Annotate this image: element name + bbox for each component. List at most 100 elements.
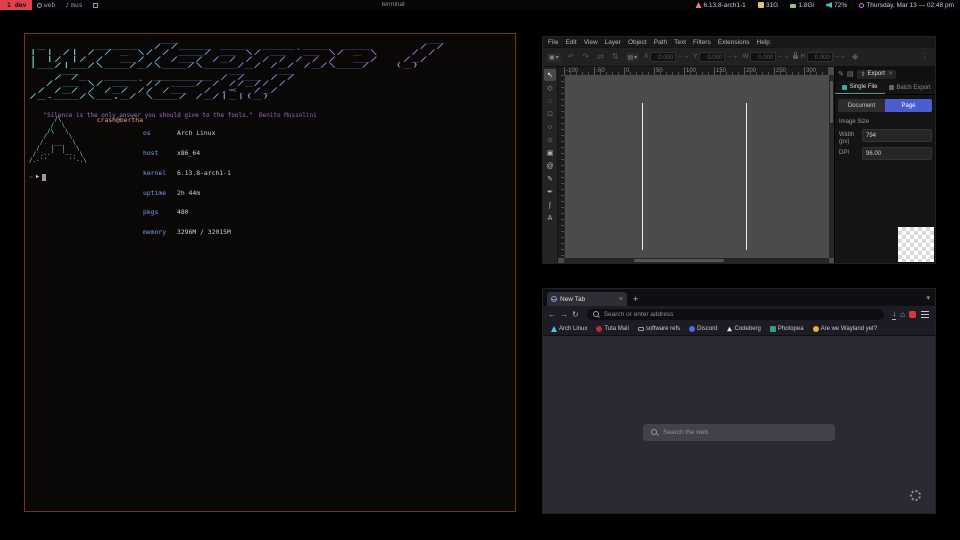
new-tab-button[interactable]: +	[633, 292, 638, 306]
status-text: Thursday, Mar 13 — 02:48 pm	[866, 2, 954, 9]
vertical-ruler[interactable]	[558, 75, 565, 258]
bookmark-favicon	[596, 326, 602, 332]
coord-field: X 0.000 − +	[644, 52, 688, 62]
status-text: 1.8Gi	[798, 2, 814, 9]
ellipse-tool-icon[interactable]: ○	[544, 121, 556, 133]
horizontal-ruler[interactable]: -100-50050100150200250300	[564, 67, 828, 75]
menu-hamburger-icon[interactable]	[921, 314, 929, 315]
coord-field: W 0.000 − +	[743, 52, 789, 62]
increment-button[interactable]: +	[784, 54, 788, 61]
horizontal-scrollbar[interactable]	[564, 258, 829, 263]
forward-button[interactable]: →	[560, 310, 568, 320]
flip-horizontal-icon[interactable]: ⇄	[595, 53, 606, 61]
rotate-ccw-icon[interactable]: ↶	[566, 53, 577, 61]
decrement-button[interactable]: −	[678, 54, 682, 61]
export-mode-tab[interactable]: Single File	[835, 81, 885, 94]
flip-vertical-icon[interactable]: ⇅	[610, 53, 621, 61]
align-dropdown[interactable]: ▤▾	[626, 53, 640, 62]
export-scope-button[interactable]: Document	[838, 99, 885, 112]
extension-icon[interactable]	[909, 311, 916, 318]
export-scope-button[interactable]: Page	[885, 99, 932, 112]
toolbar-options-icon[interactable]: ⋮	[919, 53, 931, 61]
export-field-row: Width (px) 794	[839, 129, 932, 145]
status-icon	[826, 2, 832, 8]
canvas[interactable]: -100-50050100150200250300	[558, 67, 834, 263]
downloads-button[interactable]: ↓	[892, 309, 896, 320]
coord-input[interactable]: 0.000	[807, 52, 833, 62]
selection-mode-dropdown[interactable]: ▣▾	[547, 53, 561, 62]
export-field-input[interactable]: 794	[862, 129, 932, 142]
paint-order-icon[interactable]: ◆	[850, 53, 860, 61]
bookmark-item[interactable]: Codeberg	[727, 326, 761, 332]
close-icon[interactable]: ×	[889, 71, 893, 77]
url-bar[interactable]: Search or enter address	[587, 309, 884, 320]
rotate-cw-icon[interactable]: ↷	[580, 53, 591, 61]
node-tool-icon[interactable]: ◇	[544, 82, 556, 94]
box3d-tool-icon[interactable]: ▣	[544, 147, 556, 159]
rectangle-tool-icon[interactable]: □	[544, 108, 556, 120]
selector-tool-icon[interactable]: ↖	[544, 69, 556, 81]
pencil-tool-icon[interactable]: ✎	[544, 173, 556, 185]
coord-input[interactable]: 0.000	[699, 52, 725, 62]
coord-input[interactable]: 0.000	[750, 52, 776, 62]
export-icon: ⇧	[861, 71, 866, 78]
menu-item[interactable]: Text	[674, 39, 686, 46]
workspace-2-web[interactable]: web	[32, 0, 61, 10]
menu-item[interactable]: View	[584, 39, 598, 46]
star-tool-icon[interactable]: ☆	[544, 134, 556, 146]
export-mode-tabs: Single File Batch Export	[835, 81, 935, 95]
reload-button[interactable]: ↻	[572, 310, 579, 320]
web-search-box[interactable]: Search the web	[643, 424, 835, 441]
spiral-tool-icon[interactable]: @	[544, 160, 556, 172]
objects-panel-icon[interactable]: ✎	[838, 70, 844, 78]
tab-close-icon[interactable]: ×	[619, 296, 623, 303]
back-button[interactable]: ←	[548, 310, 556, 320]
export-mode-tab[interactable]: Batch Export	[885, 81, 935, 94]
browser-tab[interactable]: New Tab ×	[547, 292, 627, 306]
menu-item[interactable]: File	[548, 39, 558, 46]
shape-builder-tool-icon[interactable]: ◌	[544, 95, 556, 107]
align-icon: ▤	[628, 54, 634, 61]
pen-tool-icon[interactable]: ✒	[544, 186, 556, 198]
workspace-1-dev[interactable]: 1 dev	[0, 0, 32, 10]
scrollbar-thumb[interactable]	[634, 259, 724, 262]
menu-item[interactable]: Edit	[565, 39, 576, 46]
menu-item[interactable]: Filters	[693, 39, 711, 46]
export-panel-tab[interactable]: ⇧ Export ×	[857, 70, 897, 79]
list-tabs-chevron-icon[interactable]: ▾	[926, 292, 930, 306]
menu-item[interactable]: Path	[654, 39, 667, 46]
swatches-panel-icon[interactable]: ▤	[847, 70, 854, 78]
increment-button[interactable]: +	[684, 54, 688, 61]
shell-prompt[interactable]: ~ ▶	[29, 173, 46, 181]
bookmark-item[interactable]: Photopea	[770, 326, 804, 332]
export-scope-buttons: Document Page	[838, 99, 932, 112]
ruler-tick-label: 250	[774, 67, 804, 75]
decrement-button[interactable]: −	[727, 54, 731, 61]
bookmark-item[interactable]: Discord	[689, 326, 717, 332]
calligraphy-tool-icon[interactable]: ∫	[544, 199, 556, 211]
menu-item[interactable]: Object	[628, 39, 647, 46]
workspace-3-mus[interactable]: mus	[60, 0, 87, 10]
increment-button[interactable]: +	[841, 54, 845, 61]
coord-input[interactable]: 0.000	[650, 52, 676, 62]
lock-ratio-icon[interactable]	[793, 55, 798, 59]
workspace-4[interactable]	[88, 0, 105, 10]
export-field-input[interactable]: 96.00	[862, 147, 932, 160]
home-button[interactable]: ⌂	[900, 310, 905, 320]
decrement-button[interactable]: −	[835, 54, 839, 61]
bookmark-item[interactable]: Are we Wayland yet?	[813, 326, 877, 332]
navigation-bar: ← → ↻ Search or enter address ↓ ⌂	[543, 306, 935, 323]
menu-item[interactable]: Help	[757, 39, 770, 46]
increment-button[interactable]: +	[734, 54, 738, 61]
menu-item[interactable]: Layer	[605, 39, 621, 46]
menu-item[interactable]: Extensions	[718, 39, 750, 46]
decrement-button[interactable]: −	[778, 54, 782, 61]
scrollbar-thumb[interactable]	[830, 81, 833, 123]
bookmark-item[interactable]: software refs	[638, 326, 680, 332]
bookmark-item[interactable]: Arch Linux	[551, 326, 587, 332]
text-tool-icon[interactable]: A	[544, 212, 556, 224]
gear-icon[interactable]	[910, 490, 921, 501]
workspace-label: web	[44, 1, 56, 9]
bookmark-item[interactable]: Tuta Mail	[596, 326, 628, 332]
fetch-label: uptime	[143, 190, 177, 197]
